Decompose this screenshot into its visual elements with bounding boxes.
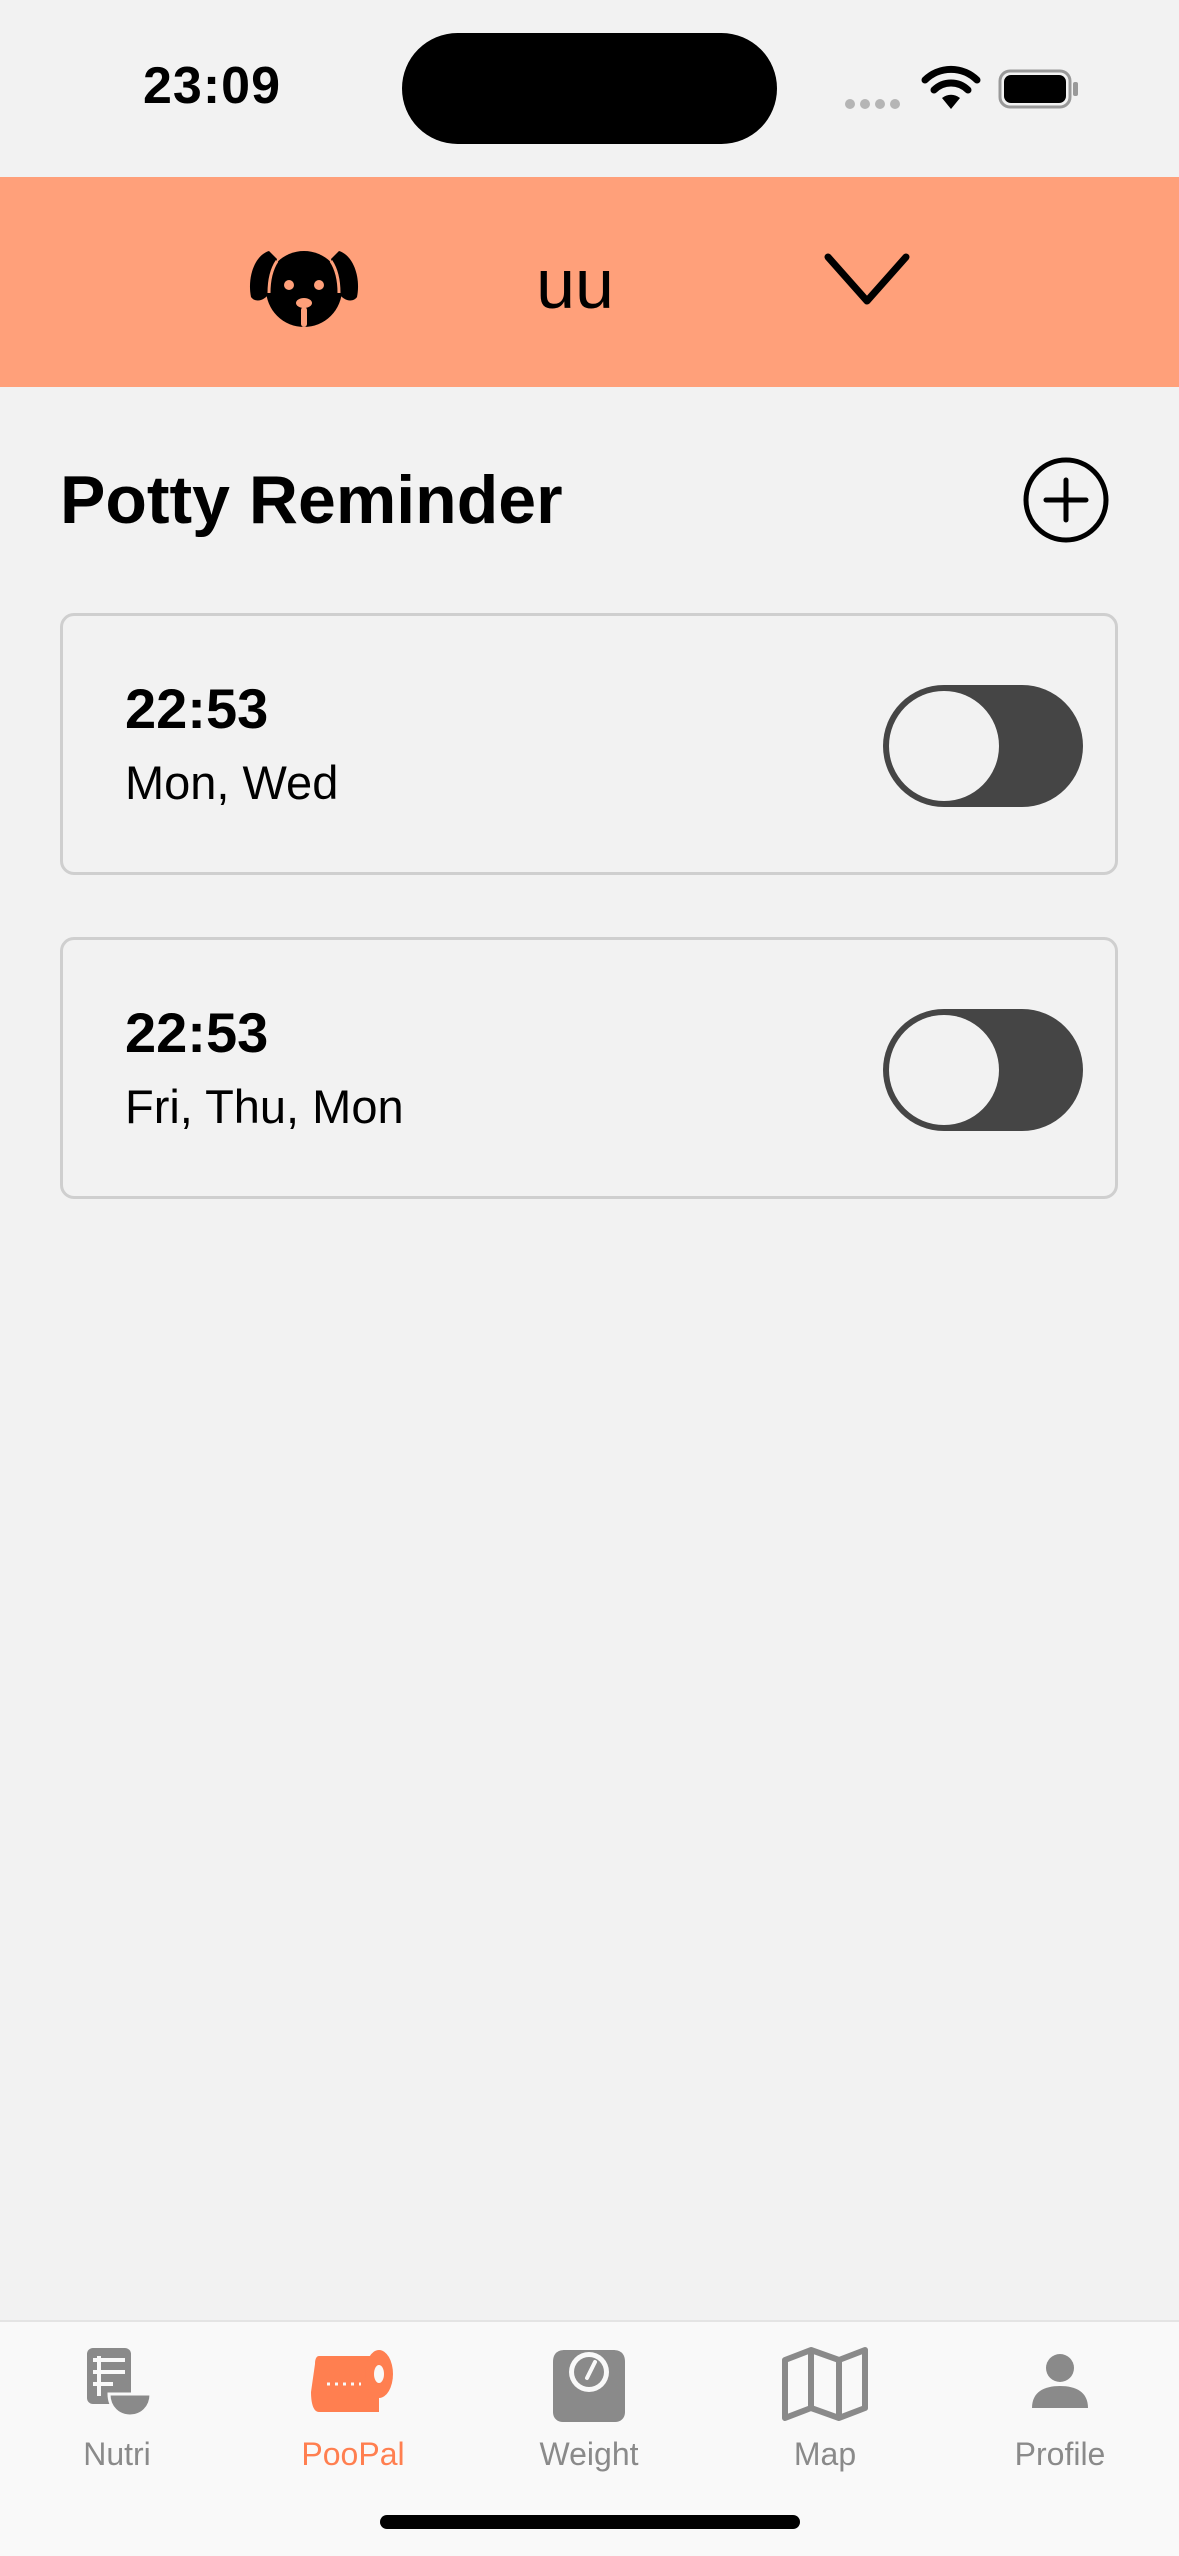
- status-time: 23:09: [143, 57, 281, 115]
- page-title: Potty Reminder: [60, 462, 563, 538]
- tab-label: Profile: [1014, 2436, 1106, 2472]
- reminder-time: 22:53: [125, 1001, 269, 1064]
- home-indicator[interactable]: [380, 2515, 800, 2529]
- dynamic-island: [402, 33, 777, 144]
- map-icon: [782, 2347, 868, 2421]
- tab-label: PooPal: [301, 2436, 405, 2472]
- add-reminder-button[interactable]: [1022, 456, 1110, 544]
- tab-label: Map: [793, 2436, 857, 2472]
- pet-selector-header[interactable]: uu: [0, 177, 1179, 387]
- tab-poopal[interactable]: PooPal: [253, 2342, 453, 2492]
- dog-face-icon: [249, 251, 359, 327]
- reminder-days: Fri, Thu, Mon: [125, 1080, 404, 1133]
- tab-label: Nutri: [83, 2436, 151, 2472]
- wifi-icon: [921, 65, 981, 109]
- screen: 23:09 uu Potty Reminder 22:53 Mon, Wed 2…: [0, 0, 1179, 2556]
- reminder-toggle[interactable]: [883, 685, 1083, 807]
- tab-label: Weight: [539, 2436, 639, 2472]
- pet-name: uu: [536, 245, 614, 323]
- tab-weight[interactable]: Weight: [489, 2342, 689, 2492]
- reminder-time: 22:53: [125, 677, 269, 740]
- toggle-knob: [889, 691, 999, 801]
- person-icon: [1032, 2354, 1088, 2408]
- scale-icon: [553, 2350, 625, 2422]
- reminder-toggle[interactable]: [883, 1009, 1083, 1131]
- tab-profile[interactable]: Profile: [960, 2342, 1160, 2492]
- tab-nutri[interactable]: Nutri: [17, 2342, 217, 2492]
- food-list-icon: [87, 2348, 153, 2418]
- toggle-knob: [889, 1015, 999, 1125]
- reminder-card[interactable]: 22:53 Mon, Wed: [60, 613, 1118, 875]
- tab-map[interactable]: Map: [725, 2342, 925, 2492]
- toilet-roll-icon: [311, 2350, 393, 2412]
- reminder-card[interactable]: 22:53 Fri, Thu, Mon: [60, 937, 1118, 1199]
- chevron-down-icon[interactable]: [822, 245, 912, 315]
- status-bar: 23:09: [0, 0, 1179, 177]
- battery-icon: [998, 69, 1078, 109]
- cellular-signal-icon: [845, 96, 905, 114]
- reminder-days: Mon, Wed: [125, 756, 339, 809]
